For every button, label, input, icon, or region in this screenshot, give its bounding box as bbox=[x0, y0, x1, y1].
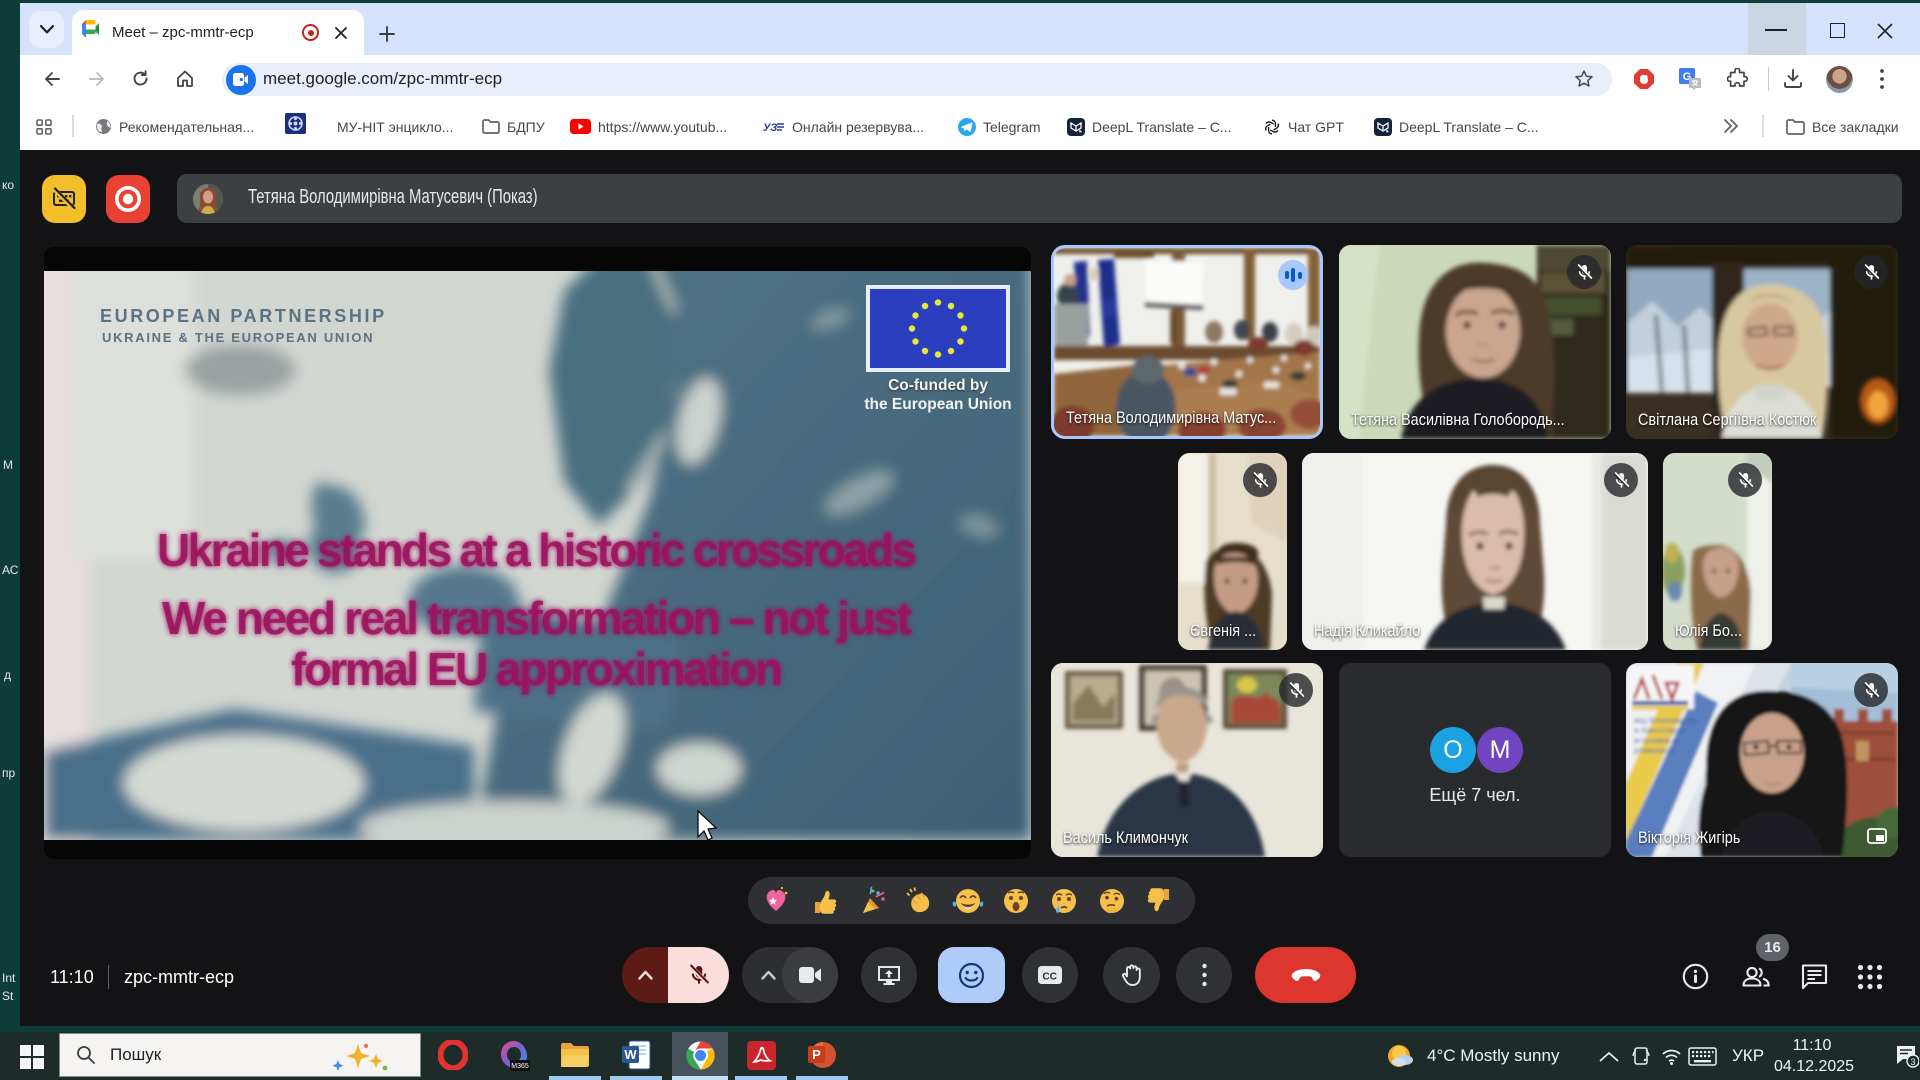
svg-text:вглухавкв ш: вглухавкв ш bbox=[1634, 736, 1679, 745]
svg-text:the European Union: the European Union bbox=[864, 396, 1011, 413]
svg-text:ртомооксаг: ртомооксаг bbox=[1634, 746, 1676, 755]
svg-text:вад Блнхзнвдлвз: вад Блнхзнвдлвз bbox=[1634, 716, 1697, 725]
svg-text:EUROPEAN PARTNERSHIP: EUROPEAN PARTNERSHIP bbox=[100, 306, 387, 326]
svg-text:УЗ: УЗ bbox=[763, 122, 777, 134]
svg-text:M365: M365 bbox=[511, 1063, 529, 1070]
svg-text:CC: CC bbox=[1043, 972, 1057, 983]
svg-text:formal EU approximation: formal EU approximation bbox=[291, 643, 783, 695]
svg-text:W: W bbox=[624, 1047, 637, 1062]
svg-text:We need real transformation –: We need real transformation – not just bbox=[162, 592, 912, 644]
svg-text:ж Кмнтптадап: ж Кмнтптадап bbox=[1634, 726, 1686, 735]
svg-text:UKRAINE & THE EUROPEAN UNION: UKRAINE & THE EUROPEAN UNION bbox=[102, 330, 374, 345]
svg-text:Co-funded by: Co-funded by bbox=[888, 377, 988, 394]
svg-text:3: 3 bbox=[1910, 1057, 1915, 1067]
svg-text:P: P bbox=[812, 1047, 821, 1062]
svg-text:Ukraine stands at a historic c: Ukraine stands at a historic crossroads bbox=[157, 524, 917, 576]
